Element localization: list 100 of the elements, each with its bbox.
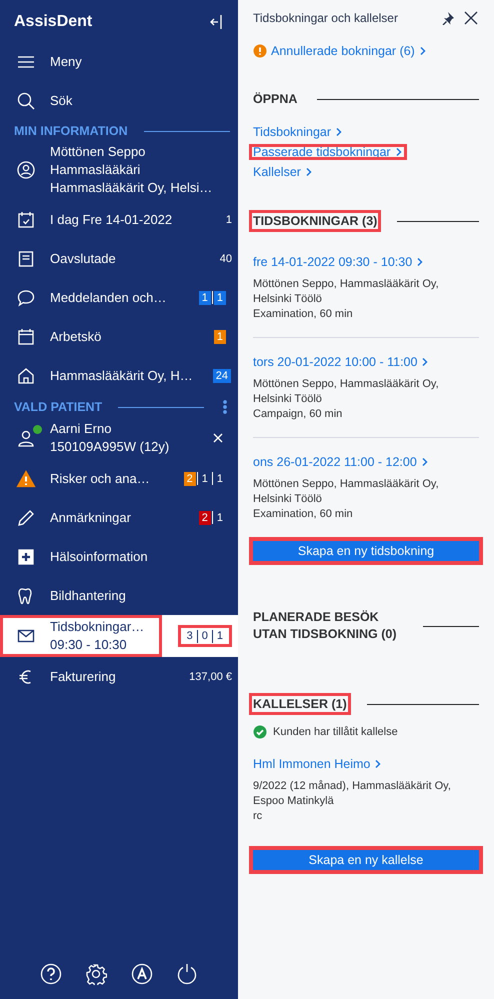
nav-label: Risker och ana… xyxy=(50,470,150,488)
chevron-icon xyxy=(418,46,427,56)
nav-label: I dag Fre 14-01-2022 xyxy=(50,210,172,228)
nav-item[interactable]: Tidsbokningar… 09:30 - 10:30 3 0 1 xyxy=(0,615,238,657)
close-icon xyxy=(463,10,479,26)
nav-item[interactable]: Hälsoinformation xyxy=(0,537,238,576)
search-icon xyxy=(16,90,36,110)
chevron-icon xyxy=(420,457,429,467)
nav-item[interactable]: Meny xyxy=(0,42,238,81)
booking-place: Möttönen Seppo, Hammaslääkärit Oy, Helsinki Töölö xyxy=(253,277,440,307)
nav-item[interactable]: Oavslutade 40 xyxy=(0,239,238,278)
nav-label: Möttönen Seppo xyxy=(50,143,146,161)
nav-item[interactable]: Aarni Erno 150109A995W (12y) xyxy=(0,417,238,459)
nav-item[interactable]: Bildhantering xyxy=(0,576,238,615)
count-badge: 2 xyxy=(198,510,211,524)
help-icon xyxy=(40,963,62,985)
chat-icon xyxy=(16,288,36,308)
power-icon xyxy=(176,963,198,985)
plus-square-icon xyxy=(16,546,36,566)
count-badge: 24 xyxy=(212,368,232,382)
booking-place: Möttönen Seppo, Hammaslääkärit Oy, Helsinki Töölö xyxy=(253,377,440,407)
create-button[interactable]: Skapa en ny kallelse xyxy=(253,850,479,870)
booking-link[interactable]: tors 20-01-2022 10:00 - 11:00 xyxy=(253,355,430,369)
nav-item[interactable]: Risker och ana… 2 1 1 xyxy=(0,459,238,498)
section-heading: KALLELSER (1) xyxy=(249,693,351,715)
nav-label: Tidsbokningar… xyxy=(50,618,144,636)
chevron-icon xyxy=(416,257,424,267)
panel-title: Tidsbokningar och kallelser xyxy=(253,11,399,25)
nav-label: Meny xyxy=(50,52,82,70)
pencil-icon xyxy=(16,508,36,528)
section-heading: VALD PATIENT xyxy=(14,400,102,414)
section-heading: PLANERADE BESÖK UTAN TIDSBOKNING (0) xyxy=(252,609,398,643)
calendar-icon xyxy=(16,326,36,346)
nav-link[interactable]: Passerade tidsbokningar xyxy=(249,144,407,160)
section-heading: ÖPPNA xyxy=(252,91,298,108)
nav-label: 09:30 - 10:30 xyxy=(50,636,127,654)
booking-link[interactable]: ons 26-01-2022 11:00 - 12:00 xyxy=(253,455,429,469)
person-circle-icon xyxy=(16,160,36,180)
nav-item[interactable]: Meddelanden och… 1 1 xyxy=(0,278,238,317)
chevron-icon xyxy=(374,759,382,769)
calendar-icon xyxy=(16,210,36,230)
count-badge: 1 xyxy=(198,290,211,304)
booking-detail: Campaign, 60 min xyxy=(253,407,344,422)
nav-label: 150109A995W (12y) xyxy=(50,438,170,456)
nav-label: Hammaslääkärit Oy, H… xyxy=(50,366,193,384)
nav-label: Oavslutade xyxy=(50,250,116,268)
count-badge: 1 xyxy=(214,290,226,304)
nav-item[interactable]: Fakturering 137,00 € xyxy=(0,657,238,696)
count-text: 1 xyxy=(216,510,224,524)
section-heading: TIDSBOKNINGAR (3) xyxy=(249,210,382,232)
nav-label: Arbetskö xyxy=(50,328,102,346)
nav-label: Bildhantering xyxy=(50,586,126,604)
person-icon xyxy=(16,428,36,448)
nav-link[interactable]: Tidsbokningar xyxy=(249,124,348,140)
nav-label: Hammaslääkärit Oy, Helsi… xyxy=(50,179,212,197)
nav-item[interactable]: Sök xyxy=(0,81,238,120)
booking-detail: Examination, 60 min xyxy=(253,507,354,522)
check-circle-icon xyxy=(253,725,267,739)
account-icon xyxy=(130,963,153,985)
nav-label: Anmärkningar xyxy=(50,508,131,526)
count-badge: 2 xyxy=(184,472,196,486)
nav-label: Fakturering xyxy=(50,668,116,686)
nav-label: Hälsoinformation xyxy=(50,548,148,566)
chevron-icon xyxy=(394,147,403,157)
nav-item[interactable]: Möttönen Seppo Hammaslääkäri Hammaslääkärit Oy, Helsi… xyxy=(0,140,238,200)
invitation-link[interactable]: Hml Immonen Heimo xyxy=(253,757,382,771)
count-text: 1 xyxy=(200,472,209,486)
settings-icon xyxy=(85,963,108,985)
nav-label: Sök xyxy=(50,92,72,110)
count-text: 1 xyxy=(216,472,224,486)
app-name: AssisDent xyxy=(14,13,92,31)
pin-icon xyxy=(441,11,455,25)
warning-icon xyxy=(16,468,36,488)
booking-detail: Examination, 60 min xyxy=(253,307,354,322)
nav-label: Meddelanden och… xyxy=(50,288,166,306)
chevron-icon xyxy=(335,127,344,137)
count-text: 1 xyxy=(216,629,224,643)
nav-item[interactable]: I dag Fre 14-01-2022 1 xyxy=(0,200,238,239)
cancelled-link[interactable]: Annullerade bokningar (6) xyxy=(271,44,427,58)
section-heading: MIN INFORMATION xyxy=(14,124,128,138)
nav-item[interactable]: Hammaslääkärit Oy, H… 24 xyxy=(0,356,238,395)
count-text: 3 xyxy=(186,629,194,643)
nav-label: Aarni Erno xyxy=(50,420,112,438)
booking-link[interactable]: fre 14-01-2022 09:30 - 10:30 xyxy=(253,255,424,269)
create-button[interactable]: Skapa en ny tidsbokning xyxy=(253,541,479,561)
count-text: 0 xyxy=(200,629,209,643)
chevron-icon xyxy=(304,167,313,177)
chevron-icon xyxy=(421,357,430,367)
booking-place: Möttönen Seppo, Hammaslääkärit Oy, Helsinki Töölö xyxy=(253,477,440,507)
count-text: 137,00 € xyxy=(189,670,232,682)
count-text: 40 xyxy=(220,252,232,264)
nav-link[interactable]: Kallelser xyxy=(249,164,317,180)
nav-item[interactable]: Arbetskö 1 xyxy=(0,317,238,356)
alert-icon xyxy=(253,44,267,58)
nav-label: Hammaslääkäri xyxy=(50,161,140,179)
consent-text: Kunden har tillåtit kallelse xyxy=(273,726,398,738)
invitation-detail: rc xyxy=(253,809,264,824)
nav-item[interactable]: Anmärkningar 2 1 xyxy=(0,498,238,537)
count-text: 1 xyxy=(226,214,232,226)
document-icon xyxy=(16,248,36,268)
